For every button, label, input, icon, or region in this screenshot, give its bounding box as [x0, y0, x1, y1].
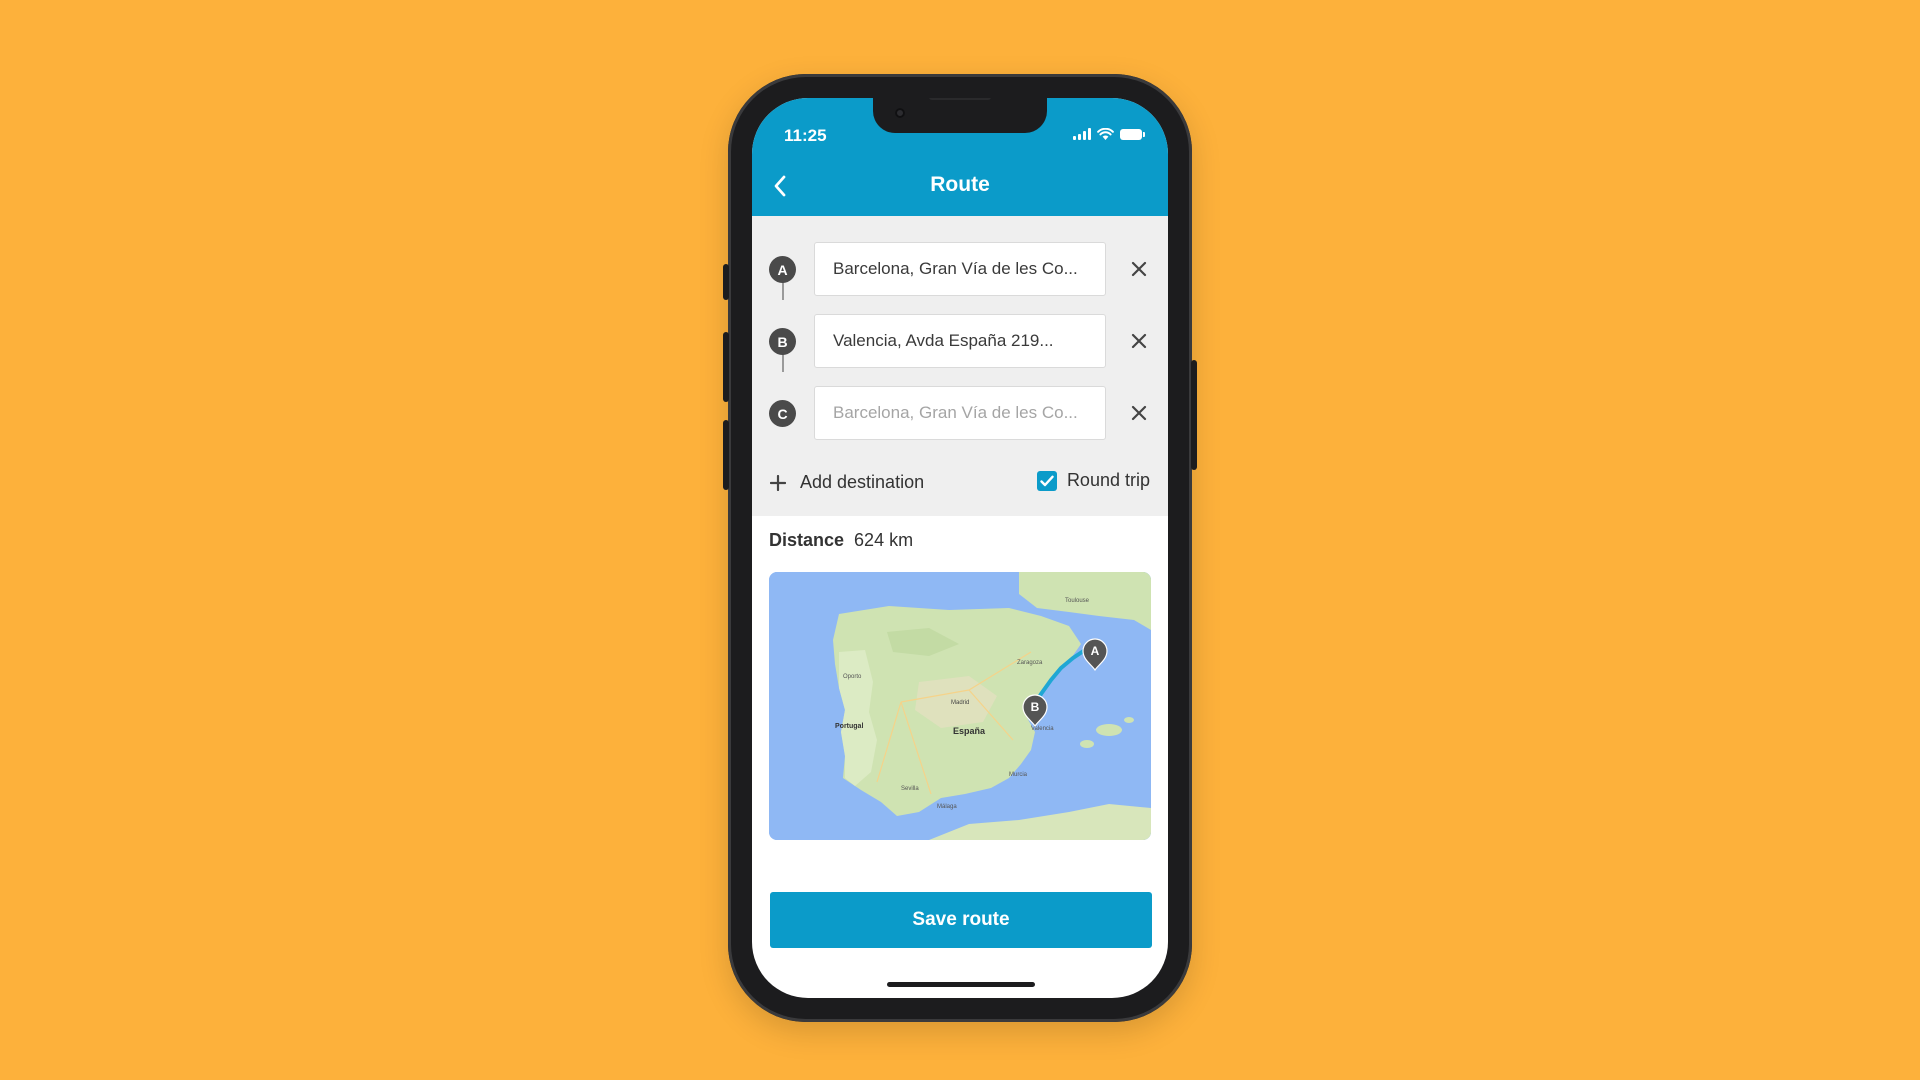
- clear-stop-b-button[interactable]: [1122, 324, 1156, 358]
- round-trip-label: Round trip: [1066, 470, 1150, 490]
- add-destination-button[interactable]: Add destination: [770, 472, 924, 493]
- notch: [873, 98, 1047, 133]
- phone-screen: 11:25 Route A Barcelona, Gran Vía de les…: [752, 98, 1168, 998]
- round-trip-checkbox[interactable]: [1036, 470, 1057, 491]
- clear-stop-c-button[interactable]: [1122, 396, 1156, 430]
- stop-input-a[interactable]: [814, 242, 1106, 296]
- map-label-porto: Oporto: [843, 674, 862, 680]
- status-icons: [1073, 128, 1145, 140]
- nav-bar: Route: [752, 156, 1168, 216]
- map-label-malaga: Málaga: [937, 804, 957, 810]
- map-label-zaragoza: Zaragoza: [1017, 660, 1043, 666]
- stop-row-a: A: [752, 242, 1168, 296]
- map-label-portugal: Portugal: [835, 723, 863, 730]
- map-graphic: Toulouse Zaragoza Oporto Madrid Portugal…: [769, 572, 1151, 840]
- status-time: 11:25: [784, 126, 827, 145]
- battery-icon: [1120, 128, 1145, 140]
- map-label-valencia: Valencia: [1031, 726, 1054, 732]
- close-icon: [1131, 261, 1147, 277]
- check-icon: [1040, 475, 1054, 486]
- mute-switch: [723, 264, 729, 300]
- front-camera: [895, 108, 905, 118]
- save-route-button[interactable]: Save route: [770, 892, 1152, 948]
- map-label-madrid: Madrid: [951, 700, 969, 706]
- stop-input-c[interactable]: [814, 386, 1106, 440]
- clear-stop-a-button[interactable]: [1122, 252, 1156, 286]
- round-trip-toggle[interactable]: Round trip: [1036, 470, 1150, 491]
- phone-frame: 11:25 Route A Barcelona, Gran Vía de les…: [723, 74, 1197, 1022]
- plus-icon: [770, 474, 786, 491]
- distance-label: Distance: [769, 530, 845, 550]
- stop-badge-b: B: [769, 328, 796, 355]
- close-icon: [1131, 333, 1147, 349]
- add-destination-label: Add destination: [800, 472, 925, 492]
- volume-up-button: [723, 332, 729, 402]
- speaker: [929, 98, 991, 100]
- stop-row-b: B: [752, 314, 1168, 368]
- distance-row: Distance 624 km: [769, 530, 913, 551]
- status-bar: 11:25: [752, 98, 1168, 156]
- map-label-sevilla: Sevilla: [901, 786, 919, 792]
- stop-badge-c: C: [769, 400, 796, 427]
- map-label-toulouse: Toulouse: [1065, 598, 1090, 604]
- route-form: A B C: [752, 216, 1168, 516]
- route-map[interactable]: Toulouse Zaragoza Oporto Madrid Portugal…: [769, 572, 1151, 840]
- signal-icon: [1073, 128, 1091, 140]
- distance-value: 624 km: [854, 530, 914, 550]
- close-icon: [1131, 405, 1147, 421]
- marker-a-label: A: [1091, 644, 1100, 658]
- power-button: [1191, 360, 1197, 470]
- stop-row-c: C: [752, 386, 1168, 440]
- volume-down-button: [723, 420, 729, 490]
- map-label-murcia: Murcia: [1009, 772, 1028, 778]
- marker-b-label: B: [1031, 700, 1040, 714]
- stop-input-b[interactable]: [814, 314, 1106, 368]
- map-label-espana: España: [953, 726, 986, 736]
- home-indicator: [887, 982, 1035, 987]
- stop-badge-a: A: [769, 256, 796, 283]
- page-title: Route: [930, 173, 990, 196]
- wifi-icon: [1097, 128, 1114, 140]
